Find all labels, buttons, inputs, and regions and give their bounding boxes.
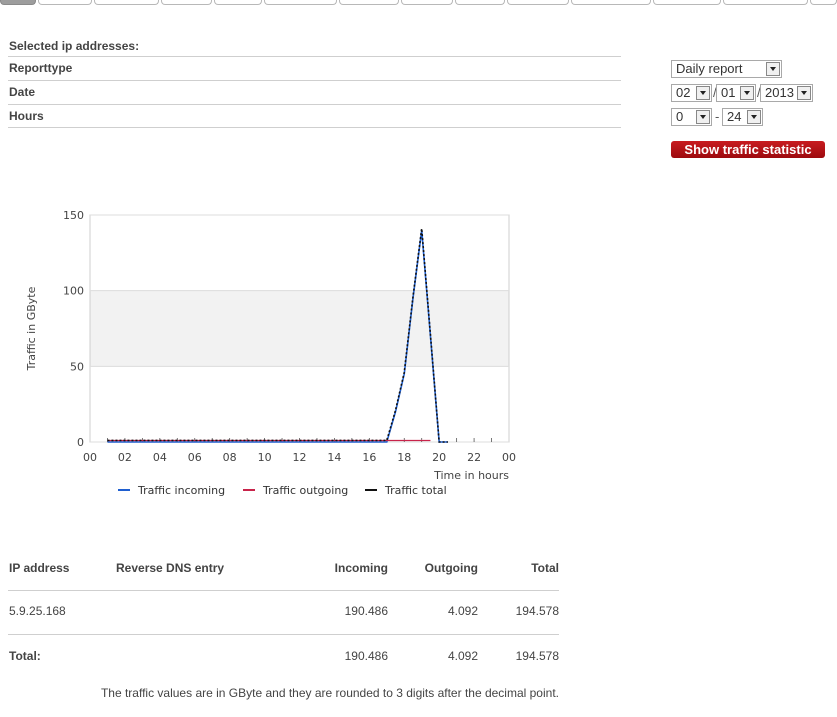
x-tick-label: 22 [467, 451, 481, 464]
col-header-dns: Reverse DNS entry [116, 561, 225, 575]
col-header-outgoing: Outgoing [424, 561, 478, 575]
month-select[interactable]: 01 [716, 84, 756, 102]
footnote: The traffic values are in GByte and they… [100, 686, 559, 700]
x-tick-label: 18 [397, 451, 411, 464]
month-value: 01 [721, 85, 736, 100]
tab-2[interactable] [94, 0, 159, 5]
show-traffic-button[interactable]: Show traffic statistic [671, 141, 825, 158]
divider [8, 56, 621, 57]
tab-0[interactable] [0, 0, 36, 5]
chart-band [90, 290, 509, 367]
x-tick-label: 02 [118, 451, 132, 464]
total-total: 194.578 [515, 649, 559, 663]
tab-8[interactable] [455, 0, 505, 5]
y-tick-label: 50 [70, 360, 84, 373]
hour-separator: - [715, 109, 720, 124]
x-tick-label: 20 [432, 451, 446, 464]
x-tick-label: 16 [362, 451, 376, 464]
reporttype-value: Daily report [676, 61, 743, 76]
legend-entry: Traffic total [384, 484, 447, 497]
year-select[interactable]: 2013 [760, 84, 813, 102]
tab-4[interactable] [214, 0, 262, 5]
reporttype-select[interactable]: Daily report [671, 60, 782, 78]
total-incoming: 190.486 [344, 649, 388, 663]
divider [8, 590, 559, 591]
tab-1[interactable] [38, 0, 92, 5]
cell-ip: 5.9.25.168 [9, 604, 66, 618]
col-header-ip: IP address [9, 561, 70, 575]
date-label: Date [9, 85, 36, 99]
x-tick-label: 04 [153, 451, 167, 464]
chevron-down-icon [696, 110, 710, 124]
cell-total: 194.578 [515, 604, 559, 618]
x-tick-label: 00 [83, 451, 97, 464]
chevron-down-icon [740, 86, 754, 100]
legend-entry: Traffic outgoing [262, 484, 348, 497]
y-tick-label: 100 [63, 285, 84, 298]
x-tick-label: 00 [502, 451, 516, 464]
hour-from-select[interactable]: 0 [671, 108, 712, 126]
col-header-incoming: Incoming [334, 561, 388, 575]
day-value: 02 [676, 85, 691, 100]
tab-10[interactable] [571, 0, 651, 5]
tab-13[interactable] [810, 0, 837, 5]
hour-to-select[interactable]: 24 [722, 108, 763, 126]
divider [8, 80, 621, 81]
selected-ip-label: Selected ip addresses: [9, 39, 140, 53]
x-tick-label: 14 [327, 451, 341, 464]
traffic-chart: 0 50 100 150 00 02 04 06 08 10 12 14 16 18 20 22 00 Traff… [25, 209, 516, 497]
y-axis-label: Traffic in GByte [25, 286, 38, 371]
hour-from-value: 0 [676, 109, 684, 124]
total-label: Total: [9, 649, 41, 663]
divider [8, 127, 621, 128]
reporttype-label: Reporttype [9, 61, 73, 75]
x-axis-label: Time in hours [433, 469, 509, 482]
day-select[interactable]: 02 [671, 84, 712, 102]
hour-to-value: 24 [727, 109, 742, 124]
year-value: 2013 [765, 85, 794, 100]
tab-6[interactable] [339, 0, 399, 5]
hours-label: Hours [9, 109, 44, 123]
tab-7[interactable] [401, 0, 453, 5]
cell-outgoing: 4.092 [447, 604, 478, 618]
chevron-down-icon [766, 62, 780, 76]
x-tick-label: 12 [293, 451, 307, 464]
total-outgoing: 4.092 [447, 649, 478, 663]
legend-entry: Traffic incoming [137, 484, 225, 497]
y-tick-label: 0 [77, 436, 84, 449]
chevron-down-icon [747, 110, 761, 124]
divider [8, 634, 559, 635]
x-tick-label: 08 [223, 451, 237, 464]
cell-incoming: 190.486 [344, 604, 388, 618]
divider [8, 104, 621, 105]
col-header-total: Total [531, 561, 559, 575]
x-tick-label: 06 [188, 451, 202, 464]
tab-9[interactable] [507, 0, 569, 5]
tab-11[interactable] [653, 0, 721, 5]
tab-bar [0, 0, 837, 6]
tab-12[interactable] [723, 0, 808, 5]
y-tick-label: 150 [63, 209, 84, 222]
tab-3[interactable] [161, 0, 212, 5]
x-tick-label: 10 [258, 451, 272, 464]
tab-5[interactable] [264, 0, 337, 5]
chevron-down-icon [797, 86, 811, 100]
chevron-down-icon [696, 86, 710, 100]
